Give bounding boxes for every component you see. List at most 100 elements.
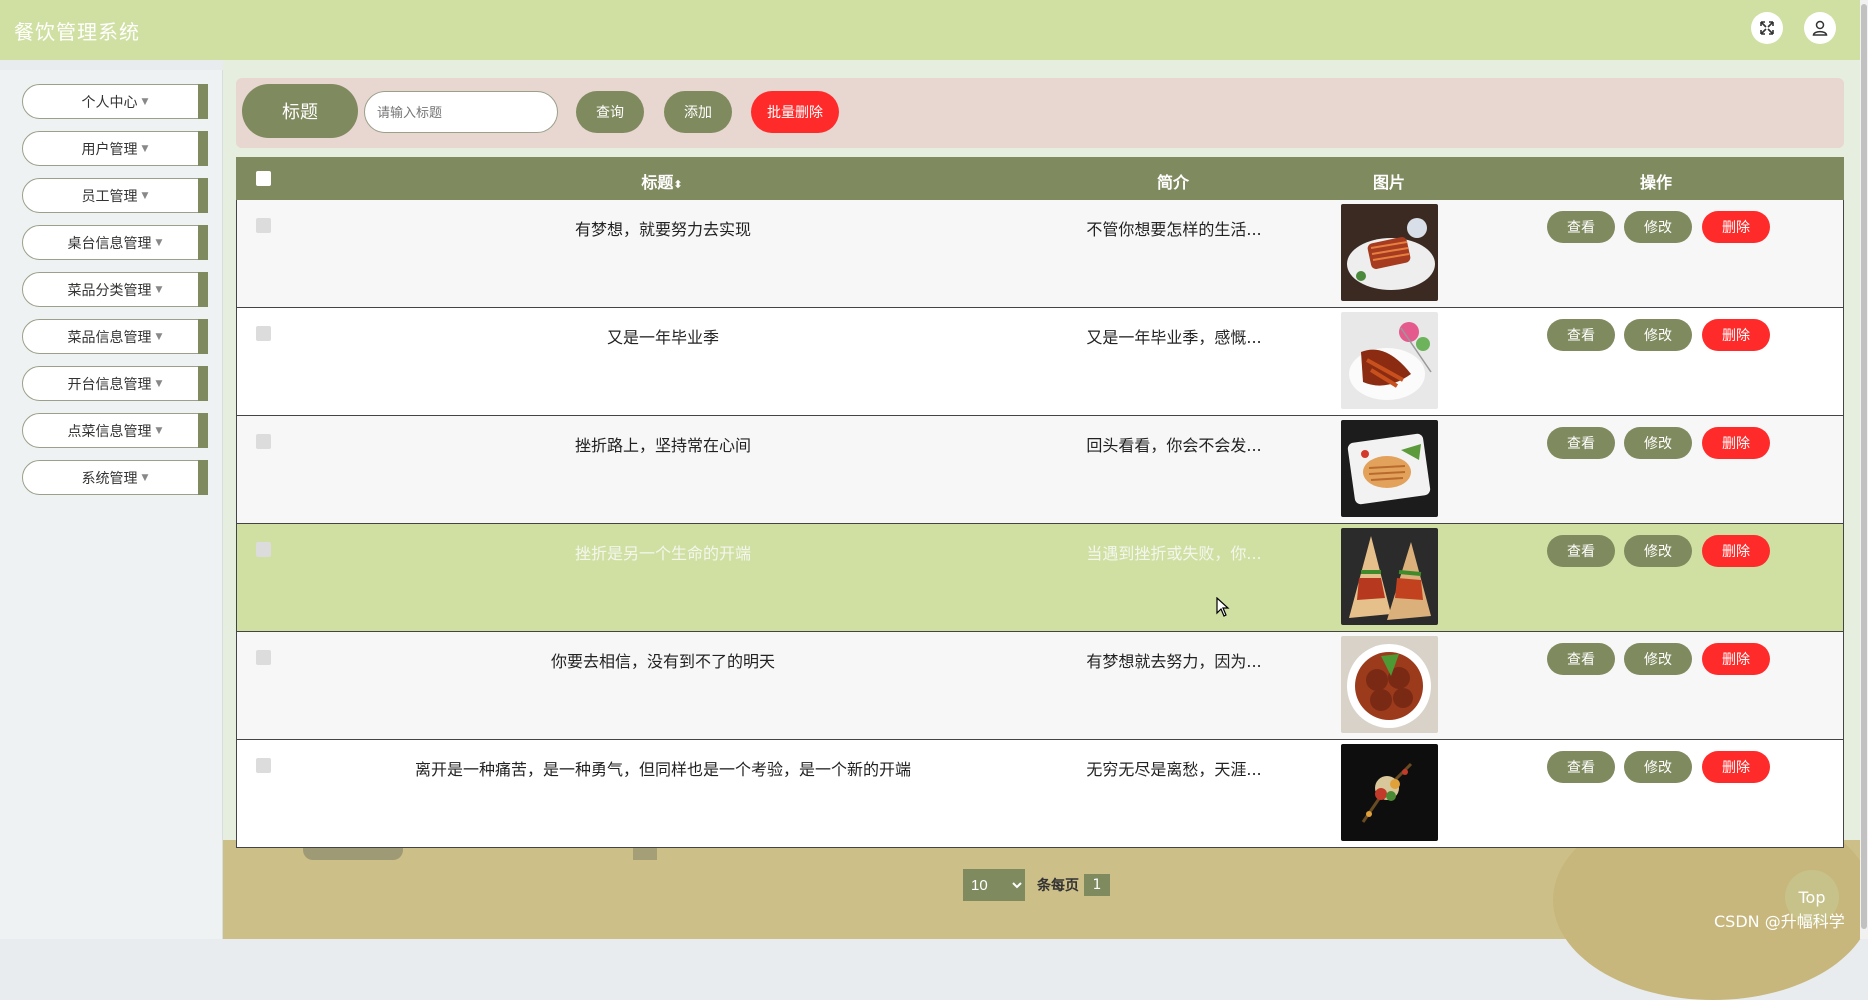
sidebar-item-users[interactable]: 用户管理 ▼	[22, 131, 208, 166]
row-title: 离开是一种痛苦，是一种勇气，但同样也是一个考验，是一个新的开端	[414, 760, 912, 779]
sidebar-item-personal-center[interactable]: 个人中心 ▼	[22, 84, 208, 119]
row-checkbox[interactable]	[256, 758, 271, 773]
row-intro: 无穷无尽是离愁，天涯...	[1086, 760, 1262, 779]
add-button[interactable]: 添加	[664, 91, 732, 133]
table-row: 挫折路上，坚持常在心间 回头看看，你会不会发... 查看 修改 删除	[236, 416, 1844, 524]
bbq-skewers-image	[1341, 312, 1438, 409]
table-row: 你要去相信，没有到不了的明天 有梦想就去努力，因为... 查看 修改 删除	[236, 632, 1844, 740]
sidebar-item-tables[interactable]: 桌台信息管理 ▼	[22, 225, 208, 260]
sort-icon: ⬍	[673, 178, 683, 191]
sidebar-item-label: 菜品分类管理	[67, 282, 152, 299]
delete-button[interactable]: 删除	[1702, 643, 1770, 675]
caret-down-icon: ▼	[155, 425, 163, 436]
row-intro: 回头看看，你会不会发...	[1086, 436, 1262, 455]
row-intro: 又是一年毕业季，感慨...	[1086, 328, 1262, 347]
menu-accent-bar	[198, 178, 208, 213]
query-button[interactable]: 查询	[576, 91, 644, 133]
top-header: 餐饮管理系统	[0, 0, 1860, 60]
search-field-label: 标题	[242, 84, 358, 138]
row-title: 挫折是另一个生命的开端	[574, 544, 752, 563]
caret-down-icon: ▼	[141, 190, 149, 201]
sidebar-item-label: 个人中心	[81, 94, 138, 111]
view-button[interactable]: 查看	[1547, 319, 1615, 351]
sidebar-item-dishes[interactable]: 菜品信息管理 ▼	[22, 319, 208, 354]
edit-button[interactable]: 修改	[1624, 751, 1692, 783]
sidebar-item-label: 用户管理	[81, 141, 138, 158]
view-button[interactable]: 查看	[1547, 211, 1615, 243]
sidebar-item-label: 桌台信息管理	[67, 235, 152, 252]
scrollbar-thumb[interactable]	[1861, 4, 1867, 929]
page-number-button[interactable]: 1	[1084, 874, 1110, 896]
sidebar-item-label: 员工管理	[81, 188, 138, 205]
sidebar-item-table-opening[interactable]: 开台信息管理 ▼	[22, 366, 208, 401]
salmon-dish-image	[1341, 204, 1438, 301]
row-checkbox[interactable]	[256, 650, 271, 665]
select-all-checkbox[interactable]	[256, 171, 271, 186]
view-button[interactable]: 查看	[1547, 535, 1615, 567]
menu-accent-bar	[198, 413, 208, 448]
fullscreen-button[interactable]	[1751, 12, 1783, 44]
menu-accent-bar	[198, 272, 208, 307]
column-header-actions: 操作	[1639, 173, 1673, 192]
app-title: 餐饮管理系统	[14, 20, 140, 44]
table-row: 有梦想，就要努力去实现 不管你想要怎样的生活... 查看 修改 删除	[236, 200, 1844, 308]
table-row-highlighted: 挫折是另一个生命的开端 当遇到挫折或失败，你... 查看 修改 删除	[236, 524, 1844, 632]
batch-delete-button[interactable]: 批量删除	[751, 91, 839, 133]
user-button[interactable]	[1804, 12, 1836, 44]
view-button[interactable]: 查看	[1547, 643, 1615, 675]
view-button[interactable]: 查看	[1547, 751, 1615, 783]
caret-down-icon: ▼	[155, 331, 163, 342]
row-title: 你要去相信，没有到不了的明天	[550, 652, 776, 671]
delete-button[interactable]: 删除	[1702, 535, 1770, 567]
delete-button[interactable]: 删除	[1702, 211, 1770, 243]
view-button[interactable]: 查看	[1547, 427, 1615, 459]
caret-down-icon: ▼	[141, 472, 149, 483]
caret-down-icon: ▼	[141, 143, 149, 154]
column-header-image: 图片	[1372, 173, 1406, 192]
sliced-meat-platter-image	[1341, 420, 1438, 517]
meatballs-image	[1341, 636, 1438, 733]
row-checkbox[interactable]	[256, 434, 271, 449]
edit-button[interactable]: 修改	[1624, 319, 1692, 351]
row-title: 又是一年毕业季	[606, 328, 720, 347]
row-title: 有梦想，就要努力去实现	[574, 220, 752, 239]
menu-accent-bar	[198, 84, 208, 119]
edit-button[interactable]: 修改	[1624, 643, 1692, 675]
caret-down-icon: ▼	[155, 284, 163, 295]
delete-button[interactable]: 删除	[1702, 751, 1770, 783]
user-icon	[1812, 20, 1828, 36]
sidebar-item-system[interactable]: 系统管理 ▼	[22, 460, 208, 495]
sidebar-item-dish-categories[interactable]: 菜品分类管理 ▼	[22, 272, 208, 307]
plated-dish-image	[1341, 744, 1438, 841]
row-intro: 不管你想要怎样的生活...	[1086, 220, 1262, 239]
table-row: 又是一年毕业季 又是一年毕业季，感慨... 查看 修改 删除	[236, 308, 1844, 416]
menu-accent-bar	[198, 366, 208, 401]
edit-button[interactable]: 修改	[1624, 211, 1692, 243]
sidebar-item-label: 系统管理	[81, 470, 138, 487]
row-title: 挫折路上，坚持常在心间	[574, 436, 752, 455]
row-intro: 当遇到挫折或失败，你...	[1086, 544, 1262, 563]
row-checkbox[interactable]	[256, 218, 271, 233]
page-size-select[interactable]: 10	[963, 869, 1025, 901]
caret-down-icon: ▼	[155, 378, 163, 389]
sidebar: 个人中心 ▼ 用户管理 ▼ 员工管理 ▼ 桌台信息管理 ▼ 菜品分类管理 ▼ 菜品信息管理…	[0, 70, 223, 939]
sidebar-item-staff[interactable]: 员工管理 ▼	[22, 178, 208, 213]
edit-button[interactable]: 修改	[1624, 535, 1692, 567]
column-header-title[interactable]: 标题⬍	[641, 169, 682, 193]
delete-button[interactable]: 删除	[1702, 427, 1770, 459]
search-input[interactable]	[364, 91, 558, 133]
row-checkbox[interactable]	[256, 542, 271, 557]
row-checkbox[interactable]	[256, 326, 271, 341]
sidebar-item-label: 点菜信息管理	[67, 423, 152, 440]
caret-down-icon: ▼	[141, 96, 149, 107]
fullscreen-icon	[1760, 21, 1774, 35]
sidebar-item-orders[interactable]: 点菜信息管理 ▼	[22, 413, 208, 448]
menu-accent-bar	[198, 225, 208, 260]
mouse-cursor-icon	[1216, 597, 1230, 617]
delete-button[interactable]: 删除	[1702, 319, 1770, 351]
per-page-label: 条每页	[1037, 878, 1079, 894]
edit-button[interactable]: 修改	[1624, 427, 1692, 459]
menu-accent-bar	[198, 131, 208, 166]
sidebar-item-label: 开台信息管理	[67, 376, 152, 393]
sidebar-item-label: 菜品信息管理	[67, 329, 152, 346]
